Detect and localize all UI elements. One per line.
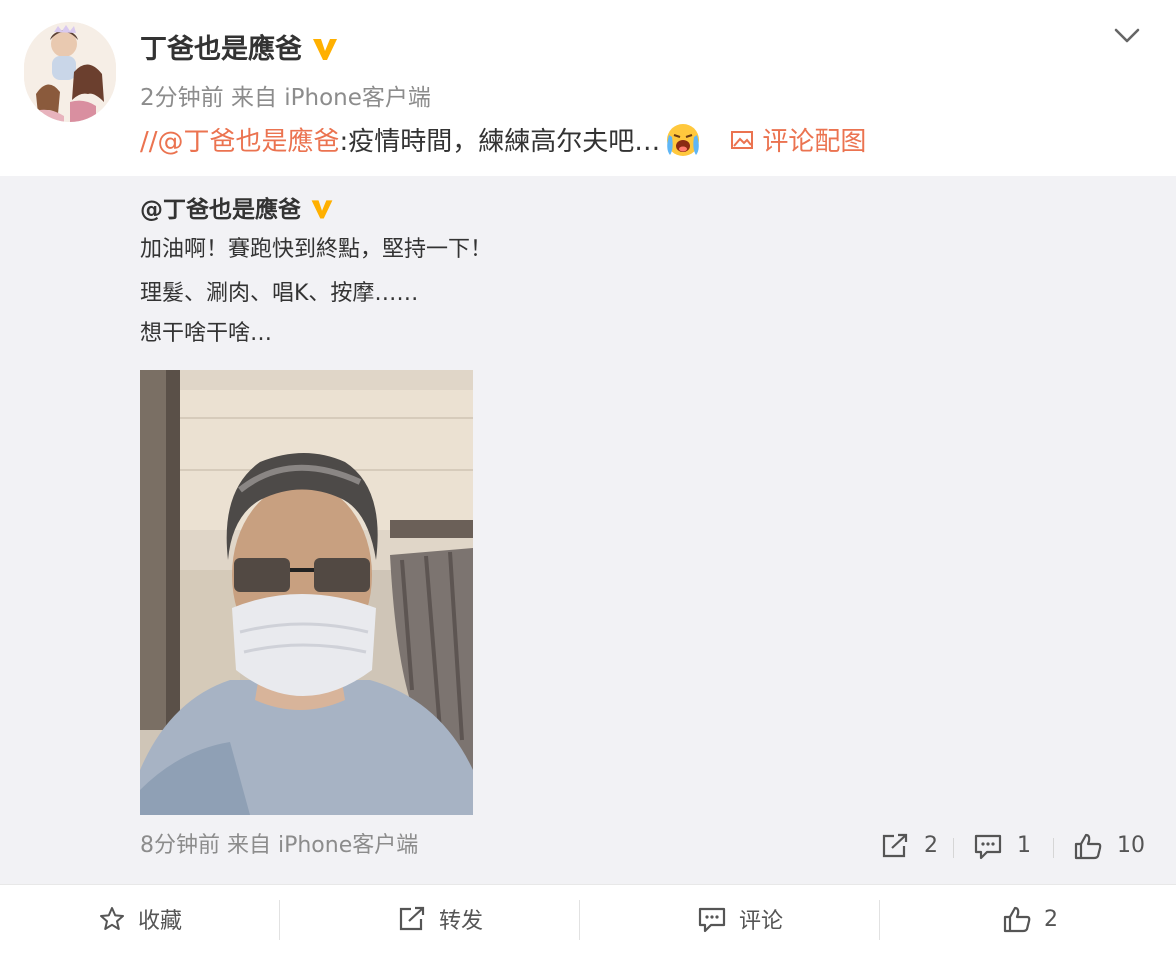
avatar-illustration xyxy=(24,22,116,122)
quoted-text-line: 加油啊！賽跑快到終點，堅持一下！ xyxy=(140,237,493,262)
quoted-comment-button[interactable]: 1 xyxy=(973,830,1031,862)
post-photo[interactable] xyxy=(140,370,473,815)
divider xyxy=(953,838,954,858)
quoted-text-line: 理髮、涮肉、唱K、按摩…… xyxy=(140,281,419,306)
quoted-author-text[interactable]: @丁爸也是應爸 xyxy=(140,197,301,223)
like-button[interactable]: 2 xyxy=(890,885,1170,953)
comment-icon xyxy=(698,907,726,933)
comment-button[interactable]: 评论 xyxy=(600,885,880,953)
comment-pic-button[interactable]: 评论配图 xyxy=(730,127,866,157)
divider xyxy=(279,900,280,940)
quoted-repost-count: 2 xyxy=(924,833,938,858)
like-icon xyxy=(1003,906,1031,933)
like-icon xyxy=(1074,833,1102,860)
quoted-post[interactable]: @丁爸也是應爸 加油啊！賽跑快到終點，堅持一下！ 理髮、涮肉、唱K、按摩…… 想… xyxy=(0,176,1176,884)
comment-icon xyxy=(974,834,1002,860)
quoted-comment-count: 1 xyxy=(1017,833,1031,858)
divider xyxy=(1053,838,1054,858)
repost-icon xyxy=(882,833,908,858)
comment-pic-label[interactable]: 评论配图 xyxy=(762,127,866,157)
selfie-photo xyxy=(140,370,473,815)
image-icon xyxy=(731,131,754,149)
repost-label[interactable]: 转发 xyxy=(439,903,483,935)
post-meta: 2分钟前 来自 iPhone客户端 xyxy=(140,85,431,111)
action-toolbar: 收藏 转发 评论 2 xyxy=(0,884,1176,953)
favorite-button[interactable]: 收藏 xyxy=(0,885,280,953)
quoted-like-count: 10 xyxy=(1117,833,1145,858)
like-count[interactable]: 2 xyxy=(1044,907,1058,932)
divider xyxy=(579,900,580,940)
quoted-like-button[interactable]: 10 xyxy=(1073,830,1145,862)
quoted-author[interactable]: @丁爸也是應爸 xyxy=(140,194,335,226)
repost-button[interactable]: 转发 xyxy=(300,885,580,953)
quoted-repost-button[interactable]: 2 xyxy=(880,830,938,862)
divider xyxy=(879,900,880,940)
repost-icon xyxy=(399,906,425,931)
quoted-meta: 8分钟前 来自 iPhone客户端 xyxy=(140,833,419,858)
author-name-text[interactable]: 丁爸也是應爸 xyxy=(140,34,302,65)
chevron-down-icon[interactable] xyxy=(1112,22,1142,48)
repost-mention-link[interactable]: @丁爸也是應爸 xyxy=(158,127,340,157)
author-name[interactable]: 丁爸也是應爸 xyxy=(140,31,340,69)
quoted-text-line: 想干啥干啥… xyxy=(140,321,273,346)
star-icon xyxy=(99,907,124,930)
avatar[interactable] xyxy=(24,22,116,122)
crying-emoji-icon xyxy=(667,123,700,156)
verified-badge-icon xyxy=(313,38,337,60)
repost-text: //@丁爸也是應爸:疫情時間，練練高尔夫吧… 评论配图 xyxy=(140,123,866,160)
post-header: 丁爸也是應爸 2分钟前 来自 iPhone客户端 //@丁爸也是應爸:疫情時間，… xyxy=(0,0,1176,176)
comment-label[interactable]: 评论 xyxy=(739,903,783,935)
repost-slash: // xyxy=(140,127,158,157)
repost-body: :疫情時間，練練高尔夫吧… xyxy=(339,127,661,157)
favorite-label[interactable]: 收藏 xyxy=(138,903,182,935)
verified-badge-icon xyxy=(311,199,333,219)
